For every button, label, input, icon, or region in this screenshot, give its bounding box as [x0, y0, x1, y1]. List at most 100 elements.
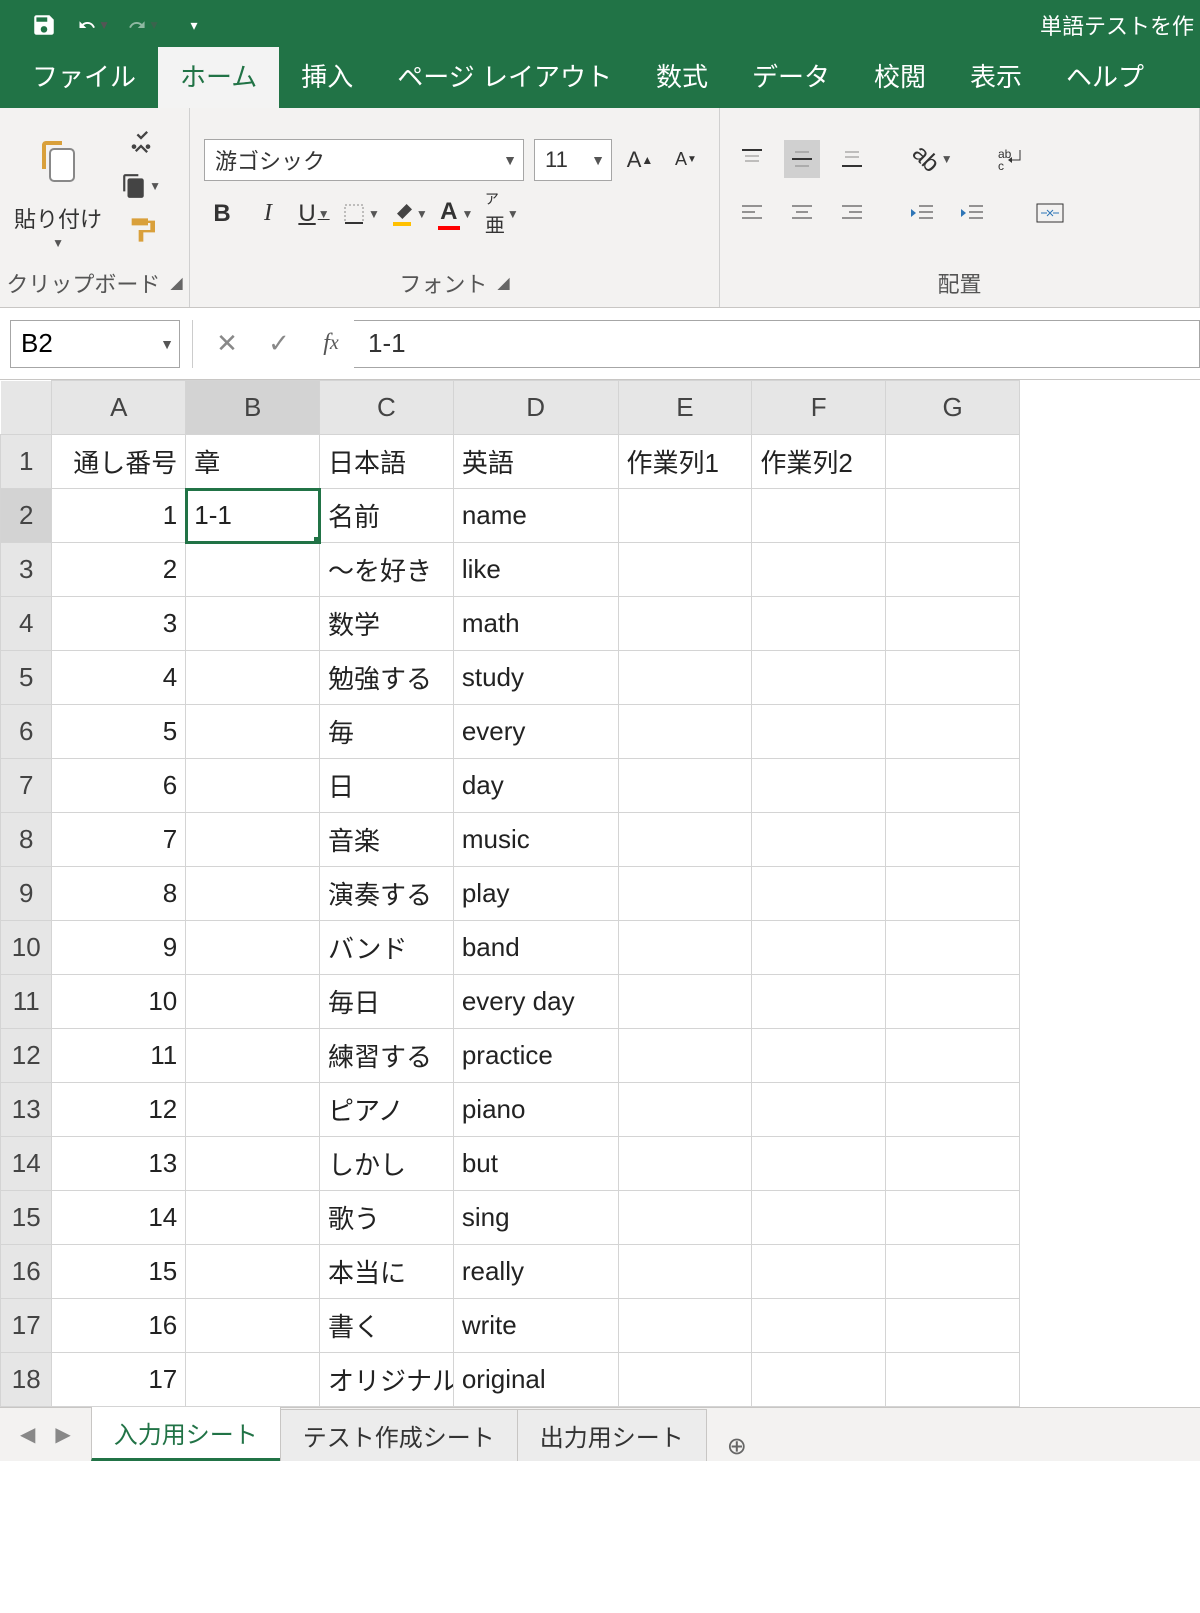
cell[interactable]: math — [453, 597, 618, 651]
cell[interactable]: original — [453, 1353, 618, 1407]
save-button[interactable] — [28, 9, 60, 41]
row-header[interactable]: 11 — [1, 975, 52, 1029]
align-middle-button[interactable] — [784, 140, 820, 178]
align-right-button[interactable] — [834, 194, 870, 232]
cell[interactable] — [618, 759, 752, 813]
name-box[interactable] — [10, 320, 180, 368]
cell[interactable] — [618, 813, 752, 867]
cell[interactable]: every — [453, 705, 618, 759]
cell[interactable]: 作業列1 — [618, 435, 752, 489]
cell[interactable]: really — [453, 1245, 618, 1299]
tab-help[interactable]: ヘルプ — [1044, 47, 1166, 108]
cell[interactable]: バンド — [320, 921, 454, 975]
cell[interactable]: 日 — [320, 759, 454, 813]
align-left-button[interactable] — [734, 194, 770, 232]
cell[interactable] — [618, 1029, 752, 1083]
merge-center-button[interactable] — [1032, 194, 1068, 232]
format-painter-button[interactable] — [118, 213, 164, 247]
tab-insert[interactable]: 挿入 — [279, 47, 375, 108]
cell[interactable]: 2 — [52, 543, 186, 597]
cell[interactable] — [886, 813, 1020, 867]
cell[interactable] — [186, 1245, 320, 1299]
tab-review[interactable]: 校閲 — [852, 47, 948, 108]
cell[interactable]: practice — [453, 1029, 618, 1083]
cut-button[interactable] — [118, 125, 164, 159]
align-bottom-button[interactable] — [834, 140, 870, 178]
cell[interactable] — [618, 867, 752, 921]
row-header[interactable]: 9 — [1, 867, 52, 921]
align-center-button[interactable] — [784, 194, 820, 232]
cell[interactable] — [752, 759, 886, 813]
cell[interactable]: 4 — [52, 651, 186, 705]
row-header[interactable]: 10 — [1, 921, 52, 975]
cell[interactable]: 数学 — [320, 597, 454, 651]
decrease-font-button[interactable]: A▼ — [668, 141, 704, 179]
row-header[interactable]: 13 — [1, 1083, 52, 1137]
cell[interactable] — [886, 489, 1020, 543]
cell[interactable] — [886, 435, 1020, 489]
sheet-tab-input[interactable]: 入力用シート — [91, 1406, 281, 1461]
cell[interactable] — [752, 651, 886, 705]
cell[interactable]: music — [453, 813, 618, 867]
cell[interactable]: 17 — [52, 1353, 186, 1407]
cell[interactable]: オリジナル — [320, 1353, 454, 1407]
cell[interactable]: 本当に — [320, 1245, 454, 1299]
clipboard-launcher[interactable]: ◢ — [170, 273, 182, 293]
cell[interactable]: but — [453, 1137, 618, 1191]
cell[interactable] — [886, 1029, 1020, 1083]
cell[interactable] — [886, 543, 1020, 597]
cell[interactable] — [618, 705, 752, 759]
cell[interactable] — [618, 1083, 752, 1137]
tab-view[interactable]: 表示 — [948, 47, 1044, 108]
cell[interactable] — [618, 489, 752, 543]
font-name-combo[interactable]: 游ゴシック▼ — [204, 139, 524, 181]
cell[interactable]: 9 — [52, 921, 186, 975]
cell[interactable] — [886, 1245, 1020, 1299]
underline-button[interactable]: U▼ — [296, 195, 332, 233]
row-header[interactable]: 3 — [1, 543, 52, 597]
undo-button[interactable]: ▼ — [78, 9, 110, 41]
cell[interactable] — [618, 1245, 752, 1299]
cell[interactable]: 12 — [52, 1083, 186, 1137]
cell[interactable] — [186, 1299, 320, 1353]
cell[interactable]: day — [453, 759, 618, 813]
cell[interactable]: 章 — [186, 435, 320, 489]
tab-file[interactable]: ファイル — [10, 47, 158, 108]
cell[interactable]: 日本語 — [320, 435, 454, 489]
column-header[interactable]: F — [752, 381, 886, 435]
cell[interactable]: ピアノ — [320, 1083, 454, 1137]
cell[interactable] — [886, 975, 1020, 1029]
cell[interactable] — [186, 705, 320, 759]
borders-button[interactable]: ▼ — [342, 195, 380, 233]
cell[interactable]: 演奏する — [320, 867, 454, 921]
cell[interactable]: 16 — [52, 1299, 186, 1353]
cell[interactable] — [886, 651, 1020, 705]
cell[interactable] — [752, 489, 886, 543]
phonetic-button[interactable]: ア亜 ▼ — [484, 195, 520, 233]
cell[interactable]: 書く — [320, 1299, 454, 1353]
copy-button[interactable]: ▼ — [118, 169, 164, 203]
cell[interactable]: 毎 — [320, 705, 454, 759]
cell[interactable] — [186, 651, 320, 705]
row-header[interactable]: 4 — [1, 597, 52, 651]
cell[interactable] — [752, 921, 886, 975]
cell[interactable] — [186, 759, 320, 813]
redo-button[interactable]: ▼ — [128, 9, 160, 41]
add-sheet-button[interactable]: ⊕ — [714, 1432, 760, 1461]
formula-bar[interactable] — [354, 320, 1200, 368]
cell[interactable]: sing — [453, 1191, 618, 1245]
cell[interactable] — [186, 813, 320, 867]
cell[interactable]: 歌う — [320, 1191, 454, 1245]
column-header[interactable]: E — [618, 381, 752, 435]
cell[interactable] — [752, 1191, 886, 1245]
column-header[interactable]: C — [320, 381, 454, 435]
column-header[interactable]: D — [453, 381, 618, 435]
cell[interactable]: 名前 — [320, 489, 454, 543]
row-header[interactable]: 17 — [1, 1299, 52, 1353]
cell[interactable] — [618, 651, 752, 705]
column-header[interactable]: B — [186, 381, 320, 435]
cell[interactable]: piano — [453, 1083, 618, 1137]
cell[interactable]: 英語 — [453, 435, 618, 489]
cell[interactable]: like — [453, 543, 618, 597]
cell[interactable] — [886, 597, 1020, 651]
